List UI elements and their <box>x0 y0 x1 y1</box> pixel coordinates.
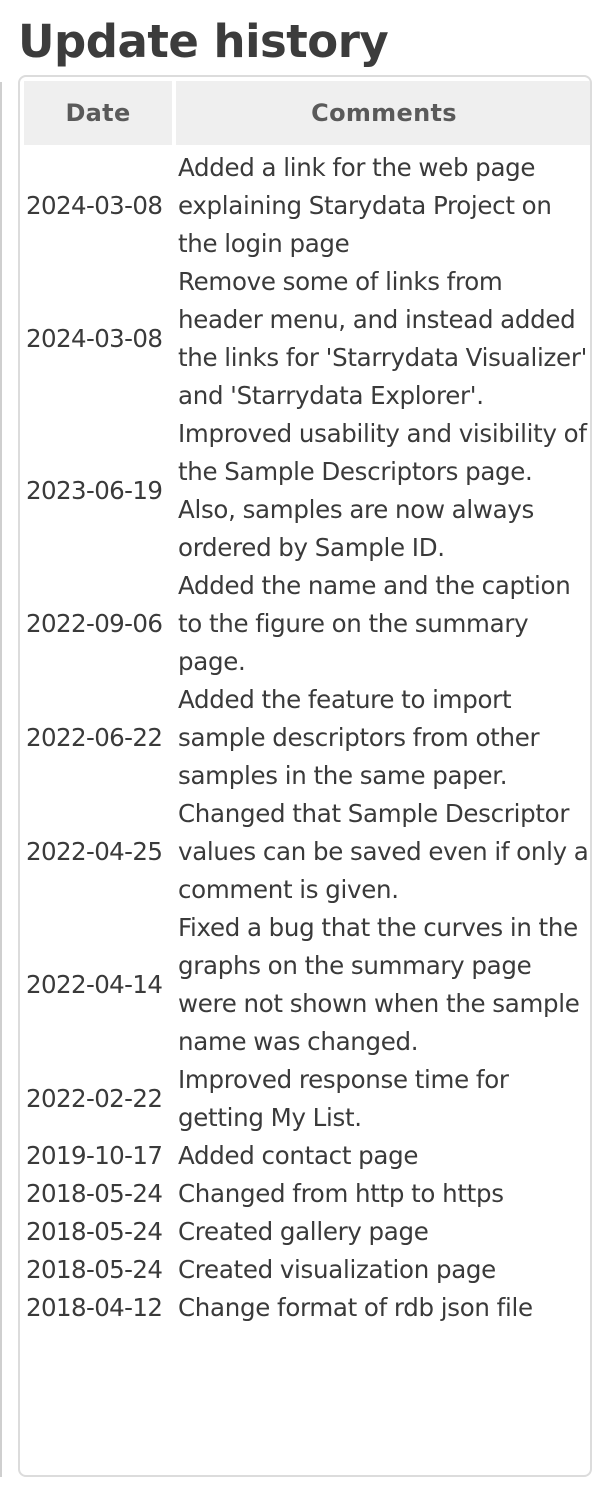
column-header-date: Date <box>24 81 176 145</box>
row-date: 2018-05-24 <box>26 1179 163 1208</box>
page-title: Update history <box>18 15 389 68</box>
table-row: 2022-06-22 Added the feature to import s… <box>24 681 590 795</box>
row-comment: Created visualization page <box>178 1255 496 1284</box>
column-header-comments: Comments <box>176 81 590 145</box>
table-header-row: Date Comments <box>24 81 590 145</box>
table-row: 2018-04-12 Change format of rdb json fil… <box>24 1289 590 1327</box>
table-row: 2022-04-25 Changed that Sample Descripto… <box>24 795 590 909</box>
row-comment: Created gallery page <box>178 1217 429 1246</box>
table-row: 2024-03-08 Remove some of links from hea… <box>24 263 590 415</box>
row-date: 2022-04-14 <box>26 970 163 999</box>
row-comment: Improved usability and visibility of the… <box>178 419 587 562</box>
row-date: 2022-04-25 <box>26 837 163 866</box>
row-comment: Fixed a bug that the curves in the graph… <box>178 913 580 1056</box>
table-row: 2018-05-24 Changed from http to https <box>24 1175 590 1213</box>
table-row: 2022-04-14 Fixed a bug that the curves i… <box>24 909 590 1061</box>
table-row: 2024-03-08 Added a link for the web page… <box>24 145 590 263</box>
row-date: 2024-03-08 <box>26 191 163 220</box>
row-date: 2022-06-22 <box>26 723 163 752</box>
row-date: 2024-03-08 <box>26 324 163 353</box>
table-row: 2018-05-24 Created visualization page <box>24 1251 590 1289</box>
row-comment: Added a link for the web page explaining… <box>178 153 552 258</box>
row-date: 2023-06-19 <box>26 476 163 505</box>
row-date: 2018-05-24 <box>26 1217 163 1246</box>
left-divider <box>0 82 2 1477</box>
row-comment: Change format of rdb json file <box>178 1293 533 1322</box>
row-date: 2022-02-22 <box>26 1084 163 1113</box>
row-date: 2018-05-24 <box>26 1255 163 1284</box>
row-date: 2019-10-17 <box>26 1141 163 1170</box>
row-comment: Added the name and the caption to the fi… <box>178 571 571 676</box>
row-comment: Improved response time for getting My Li… <box>178 1065 509 1132</box>
table-row: 2023-06-19 Improved usability and visibi… <box>24 415 590 567</box>
row-date: 2018-04-12 <box>26 1293 163 1322</box>
row-comment: Remove some of links from header menu, a… <box>178 267 588 410</box>
row-comment: Added contact page <box>178 1141 419 1170</box>
row-date: 2022-09-06 <box>26 609 163 638</box>
table-row: 2022-09-06 Added the name and the captio… <box>24 567 590 681</box>
table-row: 2019-10-17 Added contact page <box>24 1137 590 1175</box>
update-history-table: Date Comments 2024-03-08 Added a link fo… <box>24 81 590 1327</box>
row-comment: Changed from http to https <box>178 1179 504 1208</box>
table-row: 2022-02-22 Improved response time for ge… <box>24 1061 590 1137</box>
update-history-table-card: Date Comments 2024-03-08 Added a link fo… <box>18 75 592 1477</box>
row-comment: Added the feature to import sample descr… <box>178 685 540 790</box>
table-row: 2018-05-24 Created gallery page <box>24 1213 590 1251</box>
row-comment: Changed that Sample Descriptor values ca… <box>178 799 589 904</box>
